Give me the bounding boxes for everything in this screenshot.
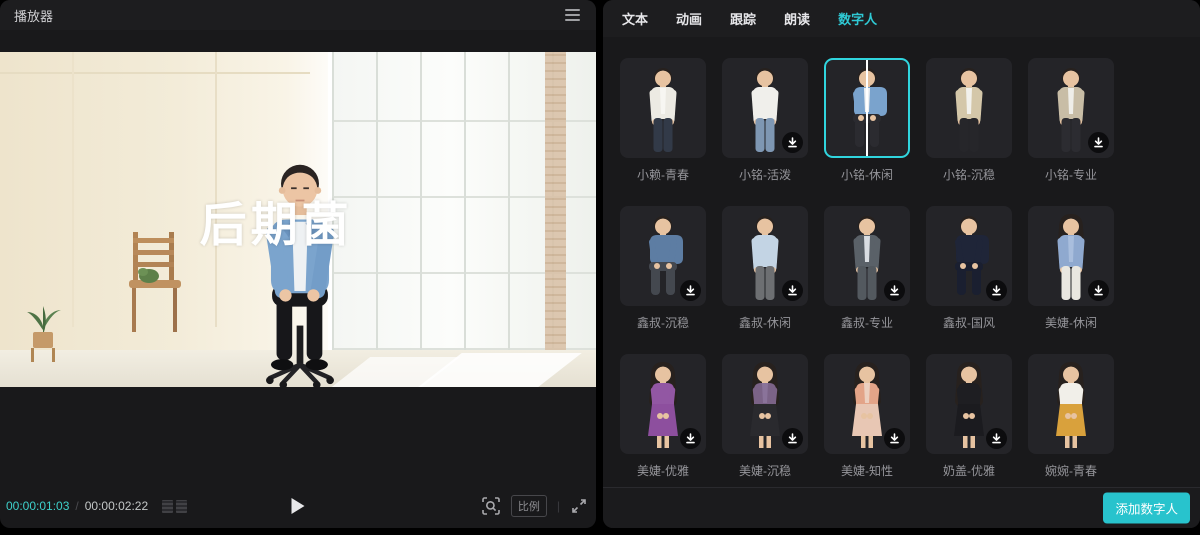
download-icon[interactable] bbox=[986, 428, 1007, 449]
avatar-thumbnail[interactable] bbox=[926, 354, 1012, 454]
play-icon[interactable] bbox=[291, 498, 305, 514]
avatar-grid: 小赖-青春 小铭-活泼 小铭-休闲 小铭-沉稳 小铭-专业鑫叔-沉稳 鑫叔-休闲 鑫叔-专业… bbox=[603, 37, 1200, 479]
avatar-label: 小铭-休闲 bbox=[841, 168, 893, 182]
avatar-card-小铭-活泼[interactable]: 小铭-活泼 bbox=[722, 58, 808, 183]
avatar-thumbnail[interactable] bbox=[926, 206, 1012, 306]
download-icon[interactable] bbox=[680, 428, 701, 449]
avatar-thumbnail[interactable] bbox=[1028, 206, 1114, 306]
panel-footer: 添加数字人 bbox=[603, 487, 1200, 528]
scene-plant bbox=[26, 305, 61, 362]
digital-human-panel: 文本 动画 跟踪 朗读 数字人 小赖-青春 小铭-活泼 小铭-休闲 小铭-沉稳 小铭-专业鑫叔-… bbox=[603, 0, 1200, 528]
avatar-card-小铭-休闲[interactable]: 小铭-休闲 bbox=[824, 58, 910, 183]
avatar-card-鑫叔-专业[interactable]: 鑫叔-专业 bbox=[824, 206, 910, 331]
avatar-thumbnail[interactable] bbox=[926, 58, 1012, 158]
video-frame[interactable]: 后期菌 bbox=[0, 52, 596, 387]
avatar-label: 美婕-知性 bbox=[841, 464, 893, 478]
hamburger-icon[interactable] bbox=[563, 5, 582, 25]
avatar-label: 美婕-优雅 bbox=[637, 464, 689, 478]
avatar-card-鑫叔-沉稳[interactable]: 鑫叔-沉稳 bbox=[620, 206, 706, 331]
scene-wall-molding bbox=[0, 72, 310, 75]
scene-wall-molding bbox=[71, 52, 74, 327]
tab-动画[interactable]: 动画 bbox=[676, 9, 702, 28]
caption-overlay[interactable]: 后期菌 bbox=[200, 186, 353, 255]
avatar-label: 奶盖-优雅 bbox=[943, 464, 995, 478]
avatar-card-鑫叔-休闲[interactable]: 鑫叔-休闲 bbox=[722, 206, 808, 331]
scene-brick-pillar bbox=[544, 52, 567, 351]
expand-icon[interactable] bbox=[570, 497, 588, 515]
add-digital-human-button[interactable]: 添加数字人 bbox=[1103, 492, 1190, 524]
avatar-card-鑫叔-国风[interactable]: 鑫叔-国风 bbox=[926, 206, 1012, 331]
app-root: 播放器 后期菌 00:00:01:03 / 00:00:02:22 比例 | 文… bbox=[0, 0, 1200, 535]
timecode-total: 00:00:02:22 bbox=[84, 499, 149, 513]
avatar-card-美婕-休闲[interactable]: 美婕-休闲 bbox=[1028, 206, 1114, 331]
download-icon[interactable] bbox=[884, 280, 905, 301]
ratio-button[interactable]: 比例 bbox=[510, 495, 547, 517]
download-icon[interactable] bbox=[782, 428, 803, 449]
scene-chair bbox=[129, 231, 182, 332]
avatar-thumbnail[interactable] bbox=[1028, 354, 1114, 454]
avatar-label: 鑫叔-专业 bbox=[841, 316, 893, 330]
avatar-thumbnail[interactable] bbox=[722, 354, 808, 454]
tab-数字人[interactable]: 数字人 bbox=[838, 9, 877, 28]
player-controls: 00:00:01:03 / 00:00:02:22 比例 | bbox=[0, 488, 596, 524]
avatar-card-美婕-沉稳[interactable]: 美婕-沉稳 bbox=[722, 354, 808, 479]
controls-divider: | bbox=[556, 499, 560, 513]
avatar-thumbnail[interactable] bbox=[722, 58, 808, 158]
avatar-card-小铭-专业[interactable]: 小铭-专业 bbox=[1028, 58, 1114, 183]
avatar-label: 美婕-沉稳 bbox=[739, 464, 791, 478]
preview-scrub-line[interactable] bbox=[866, 60, 868, 156]
avatar-label: 婉婉-青春 bbox=[1045, 464, 1097, 478]
avatar-label: 小赖-青春 bbox=[637, 168, 689, 182]
download-icon[interactable] bbox=[1088, 280, 1109, 301]
player-panel: 播放器 后期菌 00:00:01:03 / 00:00:02:22 比例 | bbox=[0, 0, 596, 528]
download-icon[interactable] bbox=[1088, 132, 1109, 153]
avatar-label: 小铭-沉稳 bbox=[943, 168, 995, 182]
avatar-thumbnail[interactable] bbox=[620, 206, 706, 306]
avatar-label: 小铭-活泼 bbox=[739, 168, 791, 182]
download-icon[interactable] bbox=[986, 280, 1007, 301]
download-icon[interactable] bbox=[680, 280, 701, 301]
download-icon[interactable] bbox=[782, 280, 803, 301]
timecode-separator: / bbox=[75, 499, 79, 513]
frame-list-icon[interactable] bbox=[162, 499, 188, 513]
focus-magnifier-icon[interactable] bbox=[481, 496, 501, 516]
download-icon[interactable] bbox=[884, 428, 905, 449]
avatar-label: 小铭-专业 bbox=[1045, 168, 1097, 182]
panel-tabs: 文本 动画 跟踪 朗读 数字人 bbox=[603, 0, 1200, 37]
avatar-grid-wrap: 小赖-青春 小铭-活泼 小铭-休闲 小铭-沉稳 小铭-专业鑫叔-沉稳 鑫叔-休闲 鑫叔-专业… bbox=[603, 37, 1200, 488]
avatar-label: 鑫叔-沉稳 bbox=[637, 316, 689, 330]
avatar-card-美婕-优雅[interactable]: 美婕-优雅 bbox=[620, 354, 706, 479]
avatar-card-婉婉-青春[interactable]: 婉婉-青春 bbox=[1028, 354, 1114, 479]
avatar-thumbnail[interactable] bbox=[824, 354, 910, 454]
avatar-label: 鑫叔-国风 bbox=[943, 316, 995, 330]
avatar-thumbnail[interactable] bbox=[722, 206, 808, 306]
avatar-card-小赖-青春[interactable]: 小赖-青春 bbox=[620, 58, 706, 183]
timecode-current: 00:00:01:03 bbox=[6, 499, 70, 513]
tab-文本[interactable]: 文本 bbox=[622, 9, 648, 28]
avatar-thumbnail[interactable] bbox=[1028, 58, 1114, 158]
avatar-label: 美婕-休闲 bbox=[1045, 316, 1097, 330]
avatar-thumbnail[interactable] bbox=[824, 206, 910, 306]
avatar-card-奶盖-优雅[interactable]: 奶盖-优雅 bbox=[926, 354, 1012, 479]
avatar-thumbnail[interactable] bbox=[824, 58, 910, 158]
avatar-thumbnail[interactable] bbox=[620, 58, 706, 158]
download-icon[interactable] bbox=[782, 132, 803, 153]
tab-朗读[interactable]: 朗读 bbox=[784, 9, 810, 28]
tab-跟踪[interactable]: 跟踪 bbox=[730, 9, 756, 28]
avatar-card-小铭-沉稳[interactable]: 小铭-沉稳 bbox=[926, 58, 1012, 183]
player-title: 播放器 bbox=[14, 8, 54, 24]
avatar-thumbnail[interactable] bbox=[620, 354, 706, 454]
avatar-label: 鑫叔-休闲 bbox=[739, 316, 791, 330]
player-header: 播放器 bbox=[0, 0, 596, 30]
avatar-card-美婕-知性[interactable]: 美婕-知性 bbox=[824, 354, 910, 479]
